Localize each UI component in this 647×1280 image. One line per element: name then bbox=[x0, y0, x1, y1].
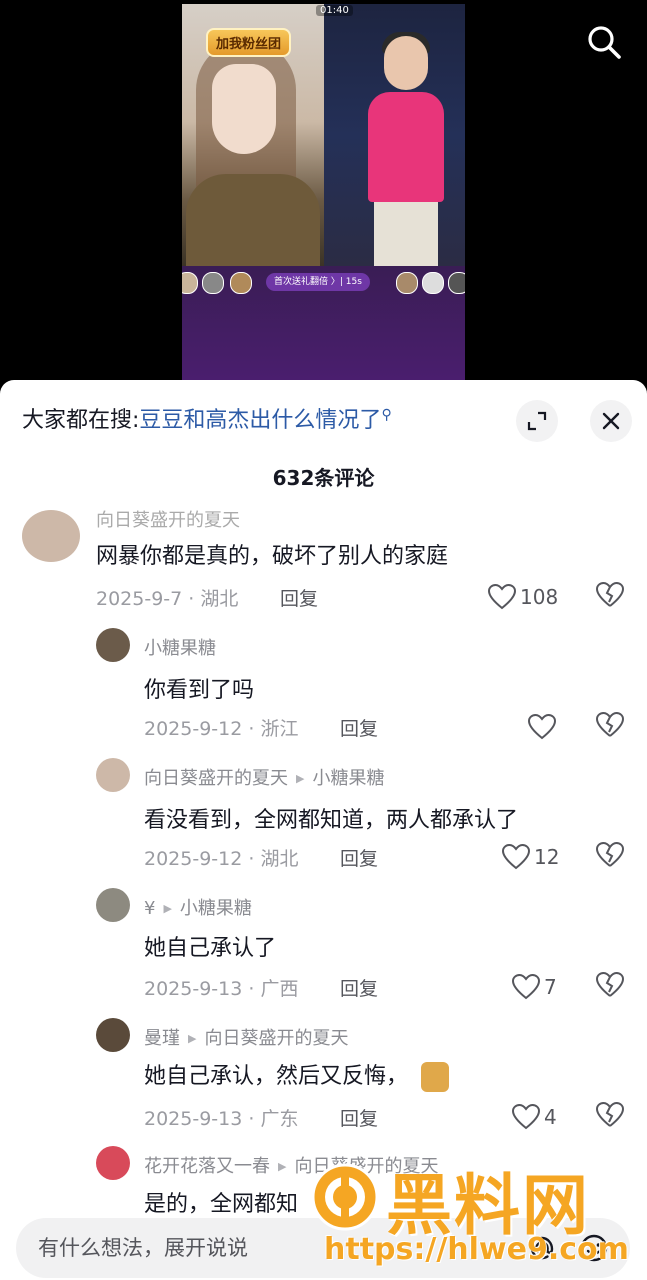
close-button[interactable] bbox=[590, 400, 632, 442]
comment-username[interactable]: 向日葵盛开的夏天 bbox=[96, 506, 240, 532]
search-icon bbox=[588, 26, 621, 59]
reply-to-username[interactable]: 向日葵盛开的夏天 bbox=[204, 1028, 348, 1049]
heart-icon bbox=[488, 584, 516, 610]
emoji-sticker-icon bbox=[421, 1062, 450, 1092]
comment-date-location: 2025-9-13 · 广西 bbox=[144, 978, 299, 1000]
like-button[interactable]: 108 bbox=[488, 582, 558, 612]
trending-search[interactable]: 大家都在搜:豆豆和高杰出什么情况了⚲ bbox=[22, 404, 392, 438]
broken-heart-icon bbox=[595, 971, 625, 997]
viewer-avatar[interactable] bbox=[396, 272, 418, 294]
search-button[interactable] bbox=[584, 22, 624, 62]
reply-to-username[interactable]: 小糖果糖 bbox=[312, 768, 384, 789]
like-count: 12 bbox=[534, 845, 560, 869]
broken-heart-icon bbox=[595, 711, 625, 737]
like-count: 4 bbox=[544, 1105, 557, 1129]
trending-search-query[interactable]: 豆豆和高杰出什么情况了 bbox=[139, 408, 381, 433]
comment-text: 她自己承认了 bbox=[144, 936, 277, 961]
dislike-button[interactable] bbox=[595, 1101, 626, 1132]
comment-username[interactable]: 小糖果糖 bbox=[144, 634, 216, 660]
like-button[interactable] bbox=[528, 712, 560, 742]
reply-button[interactable]: 回复 bbox=[340, 714, 378, 741]
comment-username[interactable]: 向日葵盛开的夏天 bbox=[144, 768, 288, 789]
avatar[interactable] bbox=[96, 888, 130, 922]
avatar[interactable] bbox=[96, 628, 130, 662]
comment-date-location: 2025-9-7 · 湖北 bbox=[96, 588, 239, 610]
comment-item: 向日葵盛开的夏天 ▶ 小糖果糖 看没看到，全网都知道，两人都承认了 2025-9-1… bbox=[0, 758, 647, 878]
stream-time: 01:40 bbox=[316, 5, 353, 16]
comment-text: 你看到了吗 bbox=[144, 678, 255, 703]
comment-username[interactable]: 曼瑾 bbox=[144, 1028, 180, 1049]
comment-username[interactable]: ¥ bbox=[144, 898, 155, 919]
fan-club-badge[interactable]: 加我粉丝团 bbox=[206, 28, 292, 57]
heart-icon bbox=[528, 714, 556, 740]
video-left-pane: 加我粉丝团 bbox=[182, 4, 324, 266]
reply-button[interactable]: 回复 bbox=[340, 844, 378, 871]
broken-heart-icon bbox=[595, 1101, 625, 1127]
dislike-button[interactable] bbox=[595, 711, 626, 742]
comment-item: 小糖果糖 你看到了吗 2025-9-12 · 浙江 回复 bbox=[0, 628, 647, 748]
close-icon bbox=[602, 412, 620, 430]
viewer-avatar[interactable] bbox=[422, 272, 444, 294]
comment-date-location: 2025-9-13 · 广东 bbox=[144, 1108, 299, 1130]
comment-item: 曼瑾 ▶ 向日葵盛开的夏天 她自己承认，然后又反悔， 2025-9-13 · 广东 … bbox=[0, 1018, 647, 1138]
video-player[interactable]: 加我粉丝团 01:40 首次送礼翻倍 〉| 15s bbox=[0, 0, 647, 380]
watermark-logo-icon bbox=[311, 1163, 379, 1231]
comment-text: 网暴你都是真的，破坏了别人的家庭 bbox=[96, 544, 449, 569]
comment-date-location: 2025-9-12 · 湖北 bbox=[144, 848, 299, 870]
comment-sheet: 大家都在搜:豆豆和高杰出什么情况了⚲ 632条评论 向日葵盛开的夏天 网暴你都是… bbox=[0, 380, 647, 1280]
comment-item: 向日葵盛开的夏天 网暴你都是真的，破坏了别人的家庭 2025-9-7 · 湖北 … bbox=[0, 508, 647, 618]
broken-heart-icon bbox=[595, 841, 625, 867]
like-button[interactable]: 4 bbox=[512, 1102, 557, 1132]
dislike-button[interactable] bbox=[595, 581, 626, 612]
comment-input[interactable]: 有什么想法，展开说说 bbox=[38, 1218, 248, 1278]
viewer-avatar[interactable] bbox=[182, 272, 198, 294]
comment-text: 看没看到，全网都知道，两人都承认了 bbox=[144, 808, 519, 833]
reply-arrow-icon: ▶ bbox=[296, 772, 305, 785]
watermark-url: https://hlwe9.com bbox=[324, 1232, 629, 1267]
like-count: 108 bbox=[520, 585, 559, 609]
viewer-avatar[interactable] bbox=[230, 272, 252, 294]
viewer-avatar[interactable] bbox=[202, 272, 224, 294]
expand-button[interactable] bbox=[516, 400, 558, 442]
comment-username-row: 向日葵盛开的夏天 ▶ 小糖果糖 bbox=[144, 764, 384, 790]
avatar[interactable] bbox=[96, 1146, 130, 1180]
broken-heart-icon bbox=[595, 581, 625, 607]
heart-icon bbox=[502, 844, 530, 870]
like-count: 7 bbox=[544, 975, 557, 999]
trending-search-prefix: 大家都在搜: bbox=[22, 408, 140, 433]
reply-arrow-icon: ▶ bbox=[163, 902, 172, 915]
reply-button[interactable]: 回复 bbox=[280, 584, 318, 611]
comment-count: 632条评论 bbox=[272, 466, 375, 490]
reply-to-username[interactable]: 小糖果糖 bbox=[180, 898, 252, 919]
heart-icon bbox=[512, 1104, 540, 1130]
like-button[interactable]: 12 bbox=[502, 842, 559, 872]
dislike-button[interactable] bbox=[595, 971, 626, 1002]
comment-text-content: 她自己承认，然后又反悔， bbox=[144, 1064, 409, 1089]
comment-username-row: ¥ ▶ 小糖果糖 bbox=[144, 894, 252, 920]
avatar[interactable] bbox=[96, 1018, 130, 1052]
search-small-icon: ⚲ bbox=[381, 407, 392, 423]
comment-text: 她自己承认，然后又反悔， bbox=[144, 1058, 450, 1092]
like-button[interactable]: 7 bbox=[512, 972, 557, 1002]
comment-date-location: 2025-9-12 · 浙江 bbox=[144, 718, 299, 740]
reply-button[interactable]: 回复 bbox=[340, 1104, 378, 1131]
live-strip: 首次送礼翻倍 〉| 15s bbox=[182, 268, 465, 298]
comment-username[interactable]: 花开花落又一春 bbox=[144, 1156, 270, 1177]
expand-icon bbox=[527, 411, 547, 431]
avatar[interactable] bbox=[22, 510, 80, 562]
video-frame[interactable]: 加我粉丝团 01:40 首次送礼翻倍 〉| 15s bbox=[182, 4, 465, 380]
heart-icon bbox=[512, 974, 540, 1000]
avatar[interactable] bbox=[96, 758, 130, 792]
watermark: 黑料网 https://hlwe9.com bbox=[310, 1158, 640, 1276]
gift-banner[interactable]: 首次送礼翻倍 〉| 15s bbox=[266, 273, 370, 291]
reply-arrow-icon: ▶ bbox=[278, 1160, 287, 1173]
reply-arrow-icon: ▶ bbox=[188, 1032, 197, 1045]
reply-button[interactable]: 回复 bbox=[340, 974, 378, 1001]
dislike-button[interactable] bbox=[595, 841, 626, 872]
video-right-pane bbox=[324, 4, 465, 266]
comment-text: 是的，全网都知 bbox=[144, 1192, 299, 1217]
comment-item: ¥ ▶ 小糖果糖 她自己承认了 2025-9-13 · 广西 回复 7 bbox=[0, 888, 647, 1008]
comment-username-row: 曼瑾 ▶ 向日葵盛开的夏天 bbox=[144, 1024, 348, 1050]
viewer-avatar[interactable] bbox=[448, 272, 465, 294]
